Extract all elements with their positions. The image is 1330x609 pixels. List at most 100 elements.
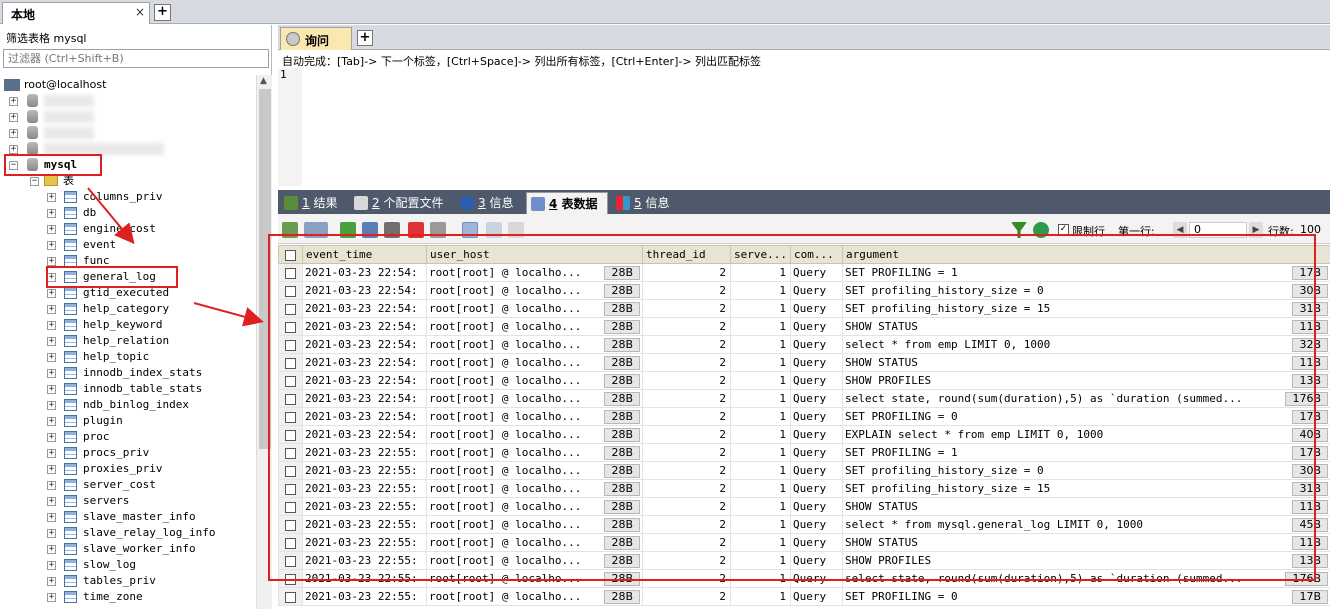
cell-thread-id[interactable]: 2 [642,515,731,534]
filter-input[interactable]: 过滤器 (Ctrl+Shift+B) [3,49,269,68]
blob-size-badge[interactable]: 28B [604,536,640,550]
row-checkbox[interactable] [285,447,296,459]
table-row[interactable]: 2021-03-23 22:55: root[root] @ localho...… [278,479,1330,498]
expand-icon[interactable]: + [47,465,56,474]
cell-user-host[interactable]: root[root] @ localho... 28B [426,263,643,282]
table-row[interactable]: 2021-03-23 22:55: root[root] @ localho...… [278,551,1330,570]
cell-argument[interactable]: select * from mysql.general_log LIMIT 0,… [842,515,1330,534]
expand-icon[interactable]: + [47,289,56,298]
blob-size-badge[interactable]: 28B [604,554,640,568]
tree-table-node[interactable]: + innodb_table_stats [0,381,256,397]
import-dropdown-icon[interactable] [304,222,328,238]
filter-icon[interactable] [1011,222,1027,238]
cell-user-host[interactable]: root[root] @ localho... 28B [426,497,643,516]
row-select-cell[interactable] [278,353,303,372]
blob-size-badge[interactable]: 28B [604,572,640,586]
cell-event-time[interactable]: 2021-03-23 22:55: [302,587,427,606]
cell-server-id[interactable]: 1 [730,353,791,372]
cell-thread-id[interactable]: 2 [642,281,731,300]
cell-user-host[interactable]: root[root] @ localho... 28B [426,515,643,534]
row-checkbox[interactable] [285,555,296,567]
tree-table-node[interactable]: + server_cost [0,477,256,493]
scroll-up-icon[interactable]: ▲ [260,76,267,86]
row-checkbox[interactable] [285,411,296,423]
cell-event-time[interactable]: 2021-03-23 22:54: [302,371,427,390]
table-row[interactable]: 2021-03-23 22:54: root[root] @ localho...… [278,335,1330,354]
table-row[interactable]: 2021-03-23 22:55: root[root] @ localho...… [278,461,1330,480]
blob-size-badge[interactable]: 32B [1292,338,1328,352]
row-checkbox[interactable] [285,483,296,495]
export-icon[interactable] [282,222,298,238]
cell-thread-id[interactable]: 2 [642,389,731,408]
cell-server-id[interactable]: 1 [730,281,791,300]
blob-size-badge[interactable]: 31B [1292,482,1328,496]
table-row[interactable]: 2021-03-23 22:54: root[root] @ localho...… [278,263,1330,282]
refresh-icon[interactable] [1033,222,1049,238]
blob-size-badge[interactable]: 30B [1292,284,1328,298]
row-select-cell[interactable] [278,587,303,606]
cell-command-type[interactable]: Query [790,263,843,282]
cell-command-type[interactable]: Query [790,407,843,426]
cell-argument[interactable]: SHOW PROFILES 13B [842,551,1330,570]
expand-icon[interactable]: + [9,97,18,106]
row-checkbox[interactable] [285,591,296,603]
blob-size-badge[interactable]: 28B [604,374,640,388]
cell-argument[interactable]: SET PROFILING = 1 17B [842,443,1330,462]
cell-thread-id[interactable]: 2 [642,353,731,372]
table-row[interactable]: 2021-03-23 22:54: root[root] @ localho...… [278,353,1330,372]
tree-table-node[interactable]: + plugin [0,413,256,429]
tree-table-node[interactable]: + gtid_executed [0,285,256,301]
row-select-cell[interactable] [278,461,303,480]
cell-user-host[interactable]: root[root] @ localho... 28B [426,551,643,570]
expand-icon[interactable]: + [9,129,18,138]
row-select-cell[interactable] [278,317,303,336]
select-all-header[interactable] [278,245,303,264]
expand-icon[interactable]: + [47,385,56,394]
cell-thread-id[interactable]: 2 [642,425,731,444]
expand-icon[interactable]: + [47,369,56,378]
expand-icon[interactable]: + [47,257,56,266]
cell-argument[interactable]: SET PROFILING = 1 17B [842,263,1330,282]
blob-size-badge[interactable]: 11B [1292,356,1328,370]
limit-rows-checkbox[interactable]: ✓ [1058,224,1069,235]
tree-table-node[interactable]: + db [0,205,256,221]
cell-command-type[interactable]: Query [790,371,843,390]
cell-event-time[interactable]: 2021-03-23 22:54: [302,389,427,408]
cell-thread-id[interactable]: 2 [642,587,731,606]
row-checkbox[interactable] [285,429,296,441]
blob-size-badge[interactable]: 176B [1285,392,1328,406]
blob-size-badge[interactable]: 11B [1292,320,1328,334]
cell-argument[interactable]: SHOW STATUS 11B [842,317,1330,336]
expand-icon[interactable]: + [47,513,56,522]
table-row[interactable]: 2021-03-23 22:55: root[root] @ localho...… [278,587,1330,606]
expand-icon[interactable]: + [47,337,56,346]
cell-thread-id[interactable]: 2 [642,569,731,588]
cell-user-host[interactable]: root[root] @ localho... 28B [426,317,643,336]
blob-size-badge[interactable]: 17B [1292,410,1328,424]
blob-size-badge[interactable]: 28B [604,464,640,478]
expand-icon[interactable]: + [47,193,56,202]
tree-table-node[interactable]: + slave_master_info [0,509,256,525]
rows-input[interactable]: 100 [1300,223,1321,236]
blob-size-badge[interactable]: 31B [1292,302,1328,316]
row-select-cell[interactable] [278,407,303,426]
row-select-cell[interactable] [278,281,303,300]
delete-row-icon[interactable] [408,222,424,238]
cell-event-time[interactable]: 2021-03-23 22:55: [302,443,427,462]
expand-icon[interactable]: + [47,321,56,330]
table-row[interactable]: 2021-03-23 22:54: root[root] @ localho...… [278,407,1330,426]
expand-icon[interactable]: + [9,113,18,122]
cell-user-host[interactable]: root[root] @ localho... 28B [426,371,643,390]
expand-icon[interactable]: + [47,209,56,218]
tree-database-node[interactable]: + [0,93,180,109]
cell-thread-id[interactable]: 2 [642,443,731,462]
table-row[interactable]: 2021-03-23 22:55: root[root] @ localho...… [278,533,1330,552]
column-header[interactable]: event_time [302,245,427,264]
tree-table-node[interactable]: + ndb_binlog_index [0,397,256,413]
cell-user-host[interactable]: root[root] @ localho... 28B [426,407,643,426]
cell-command-type[interactable]: Query [790,533,843,552]
expand-icon[interactable]: + [47,449,56,458]
cell-user-host[interactable]: root[root] @ localho... 28B [426,587,643,606]
table-row[interactable]: 2021-03-23 22:54: root[root] @ localho...… [278,389,1330,408]
tab-profiles[interactable]: 2 个配置文件 [350,192,450,214]
